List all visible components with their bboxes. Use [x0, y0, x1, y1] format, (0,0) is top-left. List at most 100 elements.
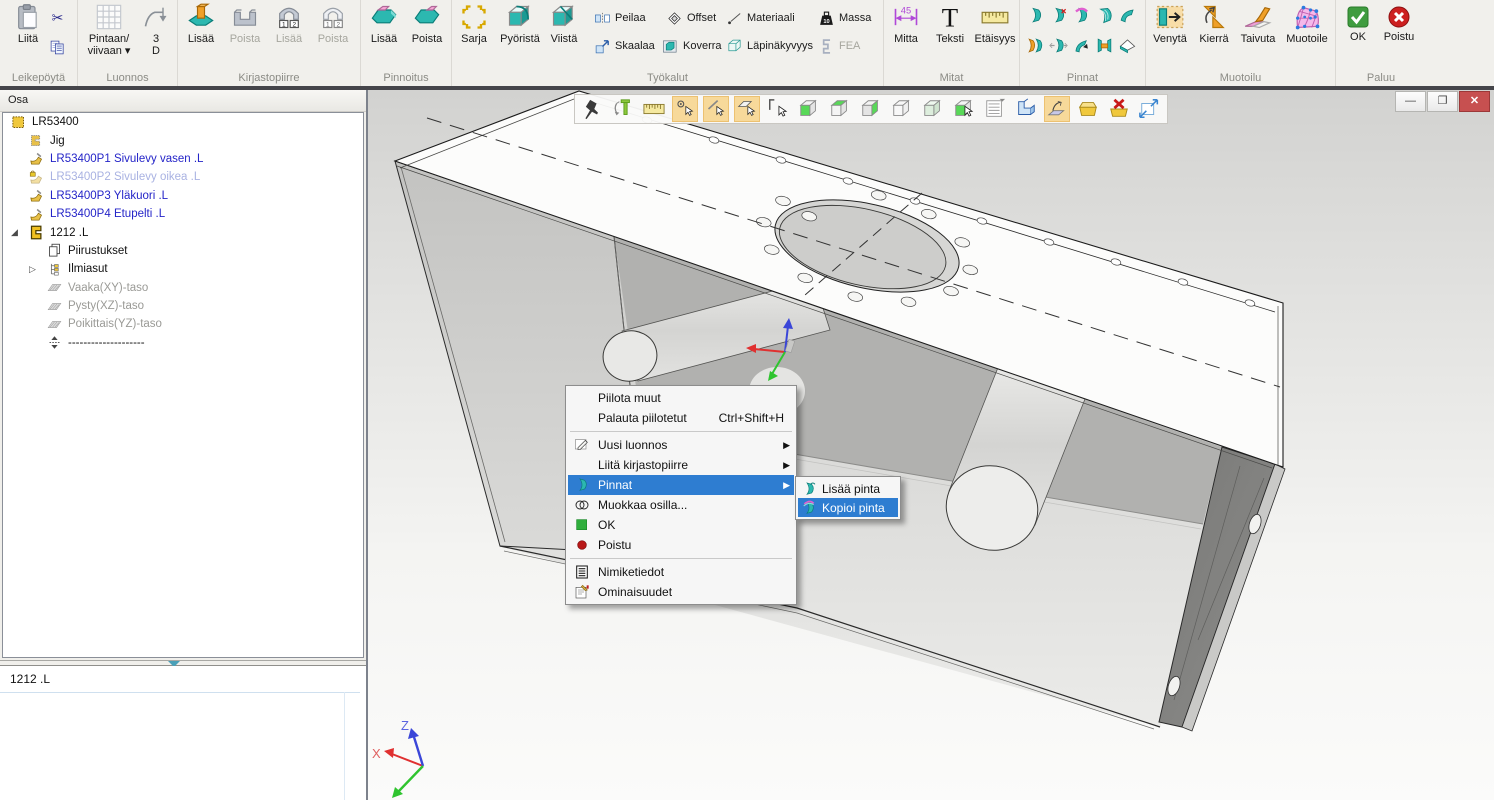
menu-item[interactable]: Poistu — [568, 535, 794, 555]
freeform-button[interactable]: Muotoile — [1280, 3, 1334, 45]
menu-item[interactable]: Kopioi pinta — [798, 498, 898, 517]
surface-join-icon[interactable] — [1095, 36, 1114, 55]
libfeature-remove-numbered-button[interactable]: 12 Poista — [311, 3, 355, 45]
offset-button[interactable]: Offset — [666, 9, 716, 27]
minimize-button[interactable]: — — [1395, 91, 1426, 112]
pattern-button[interactable]: Sarja — [454, 3, 494, 45]
libfeature-add-button[interactable]: Lisää — [180, 3, 222, 45]
menu-item-label: Uusi luonnos — [598, 438, 780, 452]
menu-item[interactable]: Piilota muut — [568, 388, 794, 408]
menu-item[interactable]: Ominaisuudet — [568, 582, 794, 602]
cube-solid-icon[interactable] — [920, 96, 946, 122]
transparency-button[interactable]: Läpinäkyvyys — [726, 37, 813, 55]
tree-item[interactable]: Pysty(XZ)-taso — [3, 297, 363, 315]
surface-pair-icon[interactable] — [1026, 36, 1045, 55]
surface-copy-icon[interactable] — [1072, 6, 1091, 25]
group-label: Pinnat — [1020, 72, 1145, 84]
3d-viewport[interactable]: Z X — ❐ ✕ Piilota muutPalauta piilotetut… — [366, 90, 1494, 800]
face-remove-button[interactable]: Poista — [405, 3, 449, 45]
copy-button[interactable] — [49, 38, 66, 56]
expand-icon[interactable] — [1137, 96, 1163, 122]
fea-button[interactable]: FEA — [818, 37, 860, 55]
surface-new-icon[interactable] — [1026, 6, 1045, 25]
expand-arrow-icon[interactable]: ▷ — [29, 264, 39, 274]
sketch-plane-icon[interactable] — [1044, 96, 1070, 122]
surface-offset-icon[interactable] — [1118, 36, 1137, 55]
surface-bend-icon[interactable] — [1118, 6, 1137, 25]
menu-item[interactable]: Lisää pinta — [798, 479, 898, 498]
tree-item[interactable]: Piirustukset — [3, 242, 363, 260]
libfeature-add-numbered-button[interactable]: 12 Lisää — [268, 3, 310, 45]
basket-delete-icon[interactable] — [1106, 96, 1132, 122]
paste-button[interactable]: Liitä — [5, 3, 51, 45]
sketch-3d-button[interactable]: 3D — [138, 3, 174, 57]
chamfer-button[interactable]: Viistä — [544, 3, 584, 45]
select-edge-icon[interactable] — [703, 96, 729, 122]
mirror-button[interactable]: Peilaa — [594, 9, 646, 27]
bend-button[interactable]: Taivuta — [1235, 3, 1281, 45]
submenu-arrow-icon: ▶ — [780, 480, 790, 491]
text-button[interactable]: T Teksti — [930, 3, 970, 45]
cube-front-icon[interactable] — [796, 96, 822, 122]
menu-item-label: Ominaisuudet — [598, 585, 792, 599]
part-tree[interactable]: LR53400JigLR53400P1 Sivulevy vasen .LLR5… — [2, 112, 364, 658]
group-label: Luonnos — [78, 72, 177, 84]
restore-button[interactable]: ❐ — [1427, 91, 1458, 112]
menu-item[interactable]: Liitä kirjastopiirre▶ — [568, 455, 794, 475]
pin-icon[interactable] — [579, 96, 605, 122]
tree-item[interactable]: LR53400P2 Sivulevy oikea .L — [3, 168, 363, 186]
tree-item[interactable]: LR53400P3 Yläkuori .L — [3, 187, 363, 205]
select-face-icon[interactable] — [734, 96, 760, 122]
cut-button[interactable]: ✂ — [49, 8, 66, 26]
scale-button[interactable]: Skaalaa — [594, 37, 655, 55]
group-label: Kirjastopiirre — [178, 72, 360, 84]
rotate-measure-icon[interactable] — [610, 96, 636, 122]
ruler-icon[interactable] — [641, 96, 667, 122]
material-button[interactable]: Materiaali — [726, 9, 795, 27]
basket-icon[interactable] — [1075, 96, 1101, 122]
surface-curved-icon[interactable] — [1095, 6, 1114, 25]
menu-item[interactable]: Nimiketiedot — [568, 562, 794, 582]
tree-item[interactable]: LR53400P1 Sivulevy vasen .L — [3, 150, 363, 168]
exit-button[interactable]: Poistu — [1378, 5, 1420, 43]
tree-item[interactable]: -------------------- — [3, 334, 363, 352]
viewport-canvas[interactable]: Z X — [368, 90, 1494, 800]
cube-top-icon[interactable] — [827, 96, 853, 122]
close-button[interactable]: ✕ — [1459, 91, 1490, 112]
menu-item[interactable]: Palauta piilotetutCtrl+Shift+H — [568, 408, 794, 428]
cube-pick-icon[interactable] — [951, 96, 977, 122]
list-icon[interactable] — [982, 96, 1008, 122]
shell-button[interactable]: Koverra — [662, 37, 722, 55]
ok-button[interactable]: OK — [1340, 5, 1376, 43]
tree-item[interactable]: ▷Ilmiasut — [3, 260, 363, 278]
twist-button[interactable]: Kierrä — [1193, 3, 1235, 45]
cube-left-icon[interactable] — [858, 96, 884, 122]
surface-move-icon[interactable] — [1049, 36, 1068, 55]
tree-item[interactable]: Jig — [3, 131, 363, 149]
surface-copy-teal-icon — [801, 500, 817, 516]
libfeature-remove-button[interactable]: Poista — [223, 3, 267, 45]
menu-item[interactable]: OK — [568, 515, 794, 535]
tree-item[interactable]: LR53400P4 Etupelti .L — [3, 205, 363, 223]
tree-item[interactable]: ◢1212 .L — [3, 223, 363, 241]
select-feature-icon[interactable] — [765, 96, 791, 122]
menu-item[interactable]: Muokkaa osilla... — [568, 495, 794, 515]
face-add-button[interactable]: Lisää — [363, 3, 405, 45]
sketch-on-face-button[interactable]: Pintaan/viivaan ▾ — [82, 3, 136, 57]
distance-button[interactable]: Etäisyys — [972, 3, 1018, 45]
dimension-button[interactable]: 45 Mitta — [886, 3, 926, 45]
surface-delete-icon[interactable] — [1049, 6, 1068, 25]
fillet-button[interactable]: Pyöristä — [496, 3, 544, 45]
collapse-arrow-icon[interactable]: ◢ — [11, 227, 21, 237]
tree-item[interactable]: LR53400 — [3, 113, 363, 131]
stretch-button[interactable]: Venytä — [1148, 3, 1192, 45]
tree-item[interactable]: Poikittais(YZ)-taso — [3, 315, 363, 333]
menu-item[interactable]: Pinnat▶ — [568, 475, 794, 495]
extrude-icon[interactable] — [1013, 96, 1039, 122]
cube-wire-icon[interactable] — [889, 96, 915, 122]
mass-button[interactable]: 10 Massa — [818, 9, 871, 27]
menu-item[interactable]: Uusi luonnos▶ — [568, 435, 794, 455]
tree-item[interactable]: Vaaka(XY)-taso — [3, 279, 363, 297]
surface-flip-icon[interactable] — [1072, 36, 1091, 55]
select-point-icon[interactable] — [672, 96, 698, 122]
